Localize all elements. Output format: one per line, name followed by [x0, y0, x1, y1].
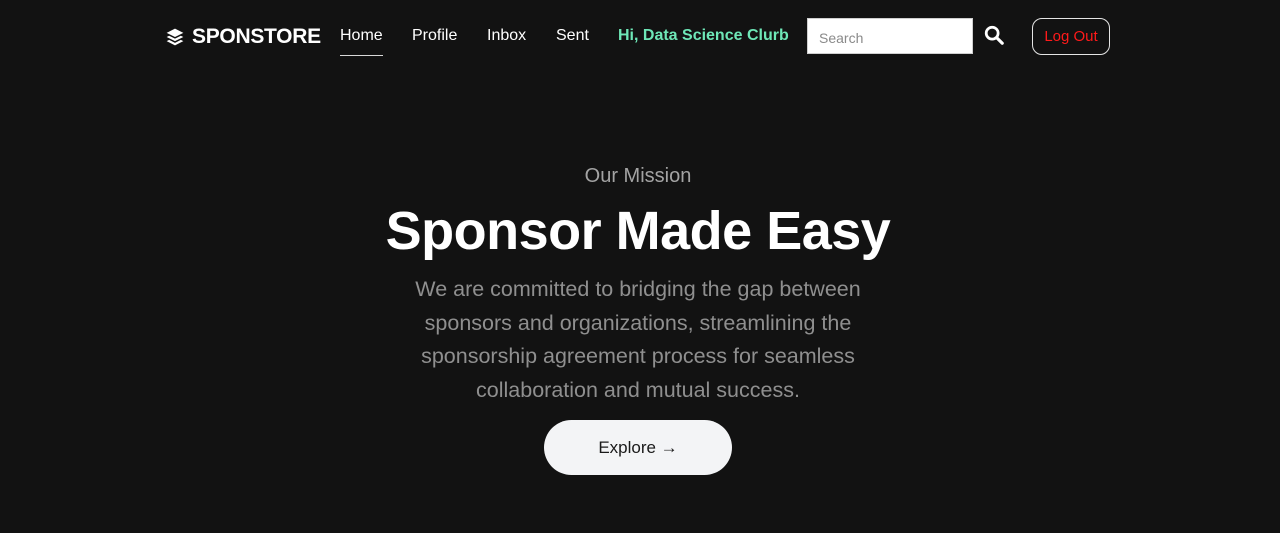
page: SPONSTORE Home Profile Inbox Sent Hi, Da…	[0, 0, 1280, 533]
search-icon	[984, 25, 1004, 45]
hero-eyebrow: Our Mission	[584, 165, 692, 187]
nav-link-profile[interactable]: Profile	[412, 26, 457, 46]
navbar: SPONSTORE Home Profile Inbox Sent Hi, Da…	[0, 0, 1280, 74]
logout-button[interactable]: Log Out	[1032, 18, 1110, 55]
hero-description: We are committed to bridging the gap bet…	[415, 277, 861, 402]
hero-title: Sponsor Made Easy	[385, 201, 891, 261]
nav-link-home[interactable]: Home	[340, 26, 383, 56]
brand-name: SPONSTORE	[192, 25, 321, 48]
brand-logo[interactable]: SPONSTORE	[165, 24, 321, 50]
explore-button[interactable]: Explore →	[544, 420, 732, 475]
user-greeting: Hi, Data Science Clurb	[618, 27, 789, 44]
search-input[interactable]	[807, 18, 973, 54]
nav-link-sent[interactable]: Sent	[556, 26, 589, 46]
layers-icon	[166, 28, 184, 46]
search-button[interactable]	[982, 24, 1006, 48]
nav-link-inbox[interactable]: Inbox	[487, 26, 526, 46]
